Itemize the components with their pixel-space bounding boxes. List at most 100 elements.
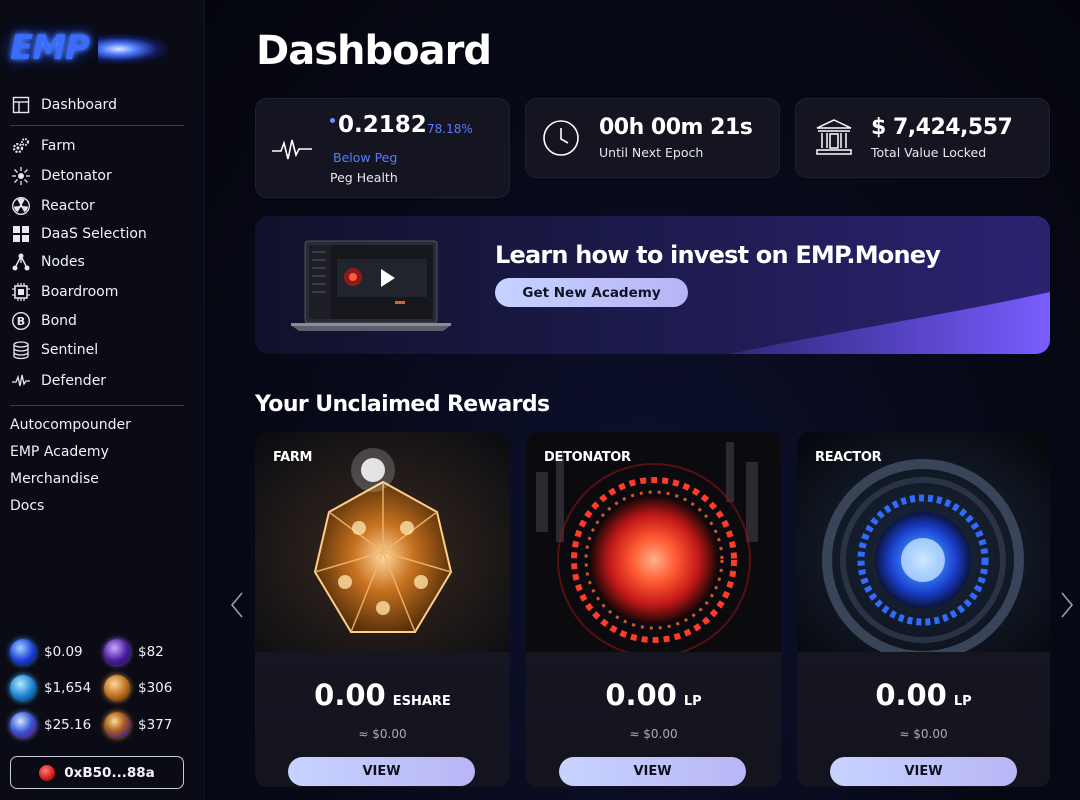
divider [10, 405, 184, 406]
bitcoin-icon: B [10, 310, 32, 332]
gears-icon [10, 135, 32, 157]
sidebar-item-bond[interactable]: B Bond [10, 309, 77, 333]
reward-amount: 0.00 ESHARE [314, 678, 451, 712]
token-price-bnb[interactable]: $306 [104, 675, 172, 701]
emp-coin-icon [10, 639, 36, 665]
sidebar-item-sentinel[interactable]: Sentinel [10, 338, 98, 362]
tvl-value: $ 7,424,557 [871, 115, 1013, 140]
logo-text: EMP [10, 28, 90, 68]
token-price-eth[interactable]: $1,654 [10, 675, 91, 701]
token-price-value: $1,654 [44, 680, 92, 696]
token-price-eshare-lp[interactable]: $377 [104, 712, 172, 738]
svg-text:B: B [17, 315, 25, 328]
clock-icon [543, 120, 579, 156]
wallet-avatar-icon [39, 764, 56, 781]
link-autocompounder[interactable]: Autocompounder [10, 417, 131, 433]
sidebar-item-label: Sentinel [41, 342, 99, 358]
sidebar-item-label: Reactor [41, 198, 95, 214]
sidebar-item-label: Dashboard [41, 97, 117, 113]
sidebar-item-farm[interactable]: Farm [10, 134, 76, 158]
eshare-coin-icon [104, 639, 130, 665]
main-content: Dashboard 0.2182 78.18% Below Peg Peg He… [206, 0, 1080, 800]
link-docs[interactable]: Docs [10, 498, 44, 514]
academy-banner[interactable]: Learn how to invest on EMP.Money Get New… [255, 216, 1050, 354]
sidebar-item-label: Bond [41, 313, 77, 329]
card-footer: 0.00 ESHARE ≈ $0.00 VIEW [255, 652, 510, 787]
page-title: Dashboard [256, 28, 492, 74]
sidebar-item-label: Boardroom [41, 284, 119, 300]
peg-percent: 78.18% [427, 122, 473, 136]
epoch-card: 00h 00m 21s Until Next Epoch [525, 98, 780, 178]
emp-lp-coin-icon [10, 712, 36, 738]
sidebar-item-label: Farm [41, 138, 76, 154]
reward-card-reactor: REACTOR 0.00 LP ≈ $0.00 VIEW [797, 432, 1050, 787]
nodes-icon [10, 251, 32, 273]
banner-title: Learn how to invest on EMP.Money [495, 241, 941, 269]
reactor-core-art [797, 432, 1050, 652]
logo-flare [98, 34, 168, 64]
token-price-emp[interactable]: $0.09 [10, 639, 83, 665]
wallet-button[interactable]: 0xB50...88a [10, 756, 184, 789]
peg-value: 0.2182 [330, 112, 427, 138]
sidebar-item-label: Defender [41, 373, 107, 389]
view-reactor-button[interactable]: VIEW [830, 757, 1017, 786]
radiation-icon [10, 195, 32, 217]
card-title: DETONATOR [544, 450, 631, 465]
sidebar-item-reactor[interactable]: Reactor [10, 194, 95, 218]
bnb-coin-icon [104, 675, 130, 701]
reward-card-detonator: DETONATOR 0.00 LP ≈ $0.00 VIEW [526, 432, 781, 787]
eshare-lp-coin-icon [104, 712, 130, 738]
sidebar-item-daas-selection[interactable]: DaaS Selection [10, 222, 147, 246]
peg-label: Peg Health [330, 170, 398, 185]
sidebar-item-label: Detonator [41, 168, 112, 184]
eth-coin-icon [10, 675, 36, 701]
detonator-burst-art [526, 432, 781, 652]
view-farm-button[interactable]: VIEW [288, 757, 475, 786]
epoch-label: Until Next Epoch [599, 145, 704, 160]
divider [10, 125, 184, 126]
token-price-emp-lp[interactable]: $25.16 [10, 712, 91, 738]
card-title: REACTOR [815, 450, 882, 465]
chip-icon [10, 281, 32, 303]
token-price-value: $0.09 [44, 644, 83, 660]
sidebar-item-nodes[interactable]: Nodes [10, 250, 85, 274]
rewards-section-title: Your Unclaimed Rewards [255, 392, 550, 417]
reward-usd: ≈ $0.00 [899, 727, 948, 741]
sidebar-item-dashboard[interactable]: Dashboard [10, 93, 117, 117]
view-detonator-button[interactable]: VIEW [559, 757, 746, 786]
card-title: FARM [273, 450, 313, 465]
reward-amount: 0.00 LP [875, 678, 972, 712]
peg-health-card: 0.2182 78.18% Below Peg Peg Health [255, 98, 510, 198]
carousel-prev-arrow-icon[interactable] [228, 590, 246, 620]
link-merchandise[interactable]: Merchandise [10, 471, 99, 487]
reward-usd: ≈ $0.00 [358, 727, 407, 741]
link-emp-academy[interactable]: EMP Academy [10, 444, 109, 460]
sidebar: EMP Dashboard Farm Detonator Reactor Daa… [0, 0, 205, 800]
token-price-value: $377 [138, 717, 173, 733]
reward-card-farm: FARM 0.00 ESHARE ≈ $0.00 VIEW [255, 432, 510, 787]
tvl-card: $ 7,424,557 Total Value Locked [795, 98, 1050, 178]
sidebar-item-boardroom[interactable]: Boardroom [10, 280, 118, 304]
pulse-icon [10, 370, 32, 392]
laptop-video-thumbnail[interactable] [291, 239, 451, 331]
epoch-countdown: 00h 00m 21s [599, 115, 753, 140]
farm-crystal-art [255, 432, 510, 652]
carousel-next-arrow-icon[interactable] [1058, 590, 1076, 620]
coins-stack-icon [10, 339, 32, 361]
peg-status: Below Peg [333, 150, 398, 165]
get-academy-button[interactable]: Get New Academy [495, 278, 688, 307]
reward-amount: 0.00 LP [605, 678, 702, 712]
reward-usd: ≈ $0.00 [629, 727, 678, 741]
grid-icon [10, 223, 32, 245]
token-price-value: $306 [138, 680, 173, 696]
token-price-value: $25.16 [44, 717, 92, 733]
token-price-value: $82 [138, 644, 164, 660]
banner-wave-decoration [730, 292, 1050, 354]
token-price-eshare[interactable]: $82 [104, 639, 164, 665]
wallet-address: 0xB50...88a [64, 764, 155, 781]
sidebar-item-label: DaaS Selection [41, 226, 147, 242]
sidebar-item-defender[interactable]: Defender [10, 369, 106, 393]
sidebar-item-label: Nodes [41, 254, 85, 270]
sidebar-item-detonator[interactable]: Detonator [10, 164, 112, 188]
emp-logo[interactable]: EMP [6, 22, 168, 74]
